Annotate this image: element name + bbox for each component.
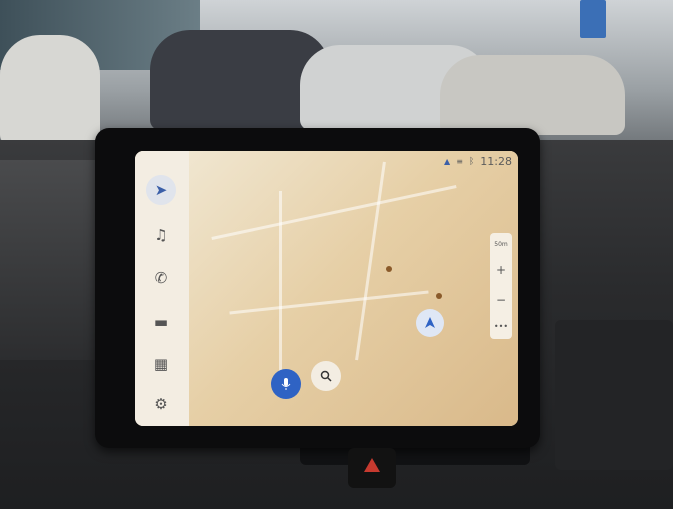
status-bar: ▲ ≡ ᛒ 11:28 bbox=[444, 155, 512, 168]
poi-marker[interactable] bbox=[436, 293, 442, 299]
wifi-icon: ▲ bbox=[444, 157, 451, 166]
music-button[interactable]: ♫ bbox=[146, 220, 176, 250]
car-interior-photo: 50m + − ••• ➤ ♫ ✆ ▬ ▦ ⚙ ▲ ≡ ᛒ 11:28 bbox=[0, 0, 673, 509]
music-icon: ♫ bbox=[154, 226, 168, 244]
zoom-out-button[interactable]: − bbox=[496, 293, 506, 307]
parking-sign bbox=[580, 0, 606, 38]
position-arrow-icon bbox=[425, 317, 435, 328]
phone-button[interactable]: ✆ bbox=[146, 263, 176, 293]
navigation-icon: ➤ bbox=[154, 181, 168, 199]
microphone-icon bbox=[281, 378, 291, 390]
apps-grid-icon: ▦ bbox=[153, 355, 169, 373]
map-view[interactable]: 50m + − ••• bbox=[189, 151, 518, 426]
apps-button[interactable]: ▦ bbox=[146, 349, 176, 379]
scale-label: 50m bbox=[494, 240, 508, 248]
more-options-button[interactable]: ••• bbox=[494, 322, 508, 331]
microphone-button[interactable] bbox=[271, 369, 301, 399]
poi-marker[interactable] bbox=[386, 266, 392, 272]
settings-button[interactable]: ⚙ bbox=[146, 389, 176, 419]
bluetooth-icon: ᛒ bbox=[468, 156, 475, 167]
clock: 11:28 bbox=[480, 155, 512, 168]
map-road bbox=[355, 161, 386, 361]
navigation-button[interactable]: ➤ bbox=[146, 175, 176, 205]
map-road bbox=[279, 191, 282, 371]
phone-icon: ✆ bbox=[154, 269, 168, 287]
signal-icon: ≡ bbox=[456, 157, 463, 166]
side-rail: ➤ ♫ ✆ ▬ ▦ ⚙ bbox=[135, 151, 189, 426]
map-controls: 50m + − ••• bbox=[490, 233, 512, 339]
vehicle-button[interactable]: ▬ bbox=[146, 307, 176, 337]
current-position-marker bbox=[416, 309, 444, 337]
car-icon: ▬ bbox=[153, 313, 169, 331]
search-button[interactable] bbox=[311, 361, 341, 391]
settings-icon: ⚙ bbox=[154, 395, 168, 413]
search-icon bbox=[320, 370, 332, 382]
map-road bbox=[229, 290, 429, 315]
right-vent bbox=[555, 320, 673, 470]
parked-car-left bbox=[0, 35, 100, 145]
parked-car-right bbox=[440, 55, 625, 135]
zoom-in-button[interactable]: + bbox=[496, 263, 506, 277]
infotainment-screen: 50m + − ••• ➤ ♫ ✆ ▬ ▦ ⚙ ▲ ≡ ᛒ 11:28 bbox=[135, 151, 518, 426]
hazard-icon bbox=[364, 458, 380, 472]
map-road bbox=[211, 185, 457, 240]
